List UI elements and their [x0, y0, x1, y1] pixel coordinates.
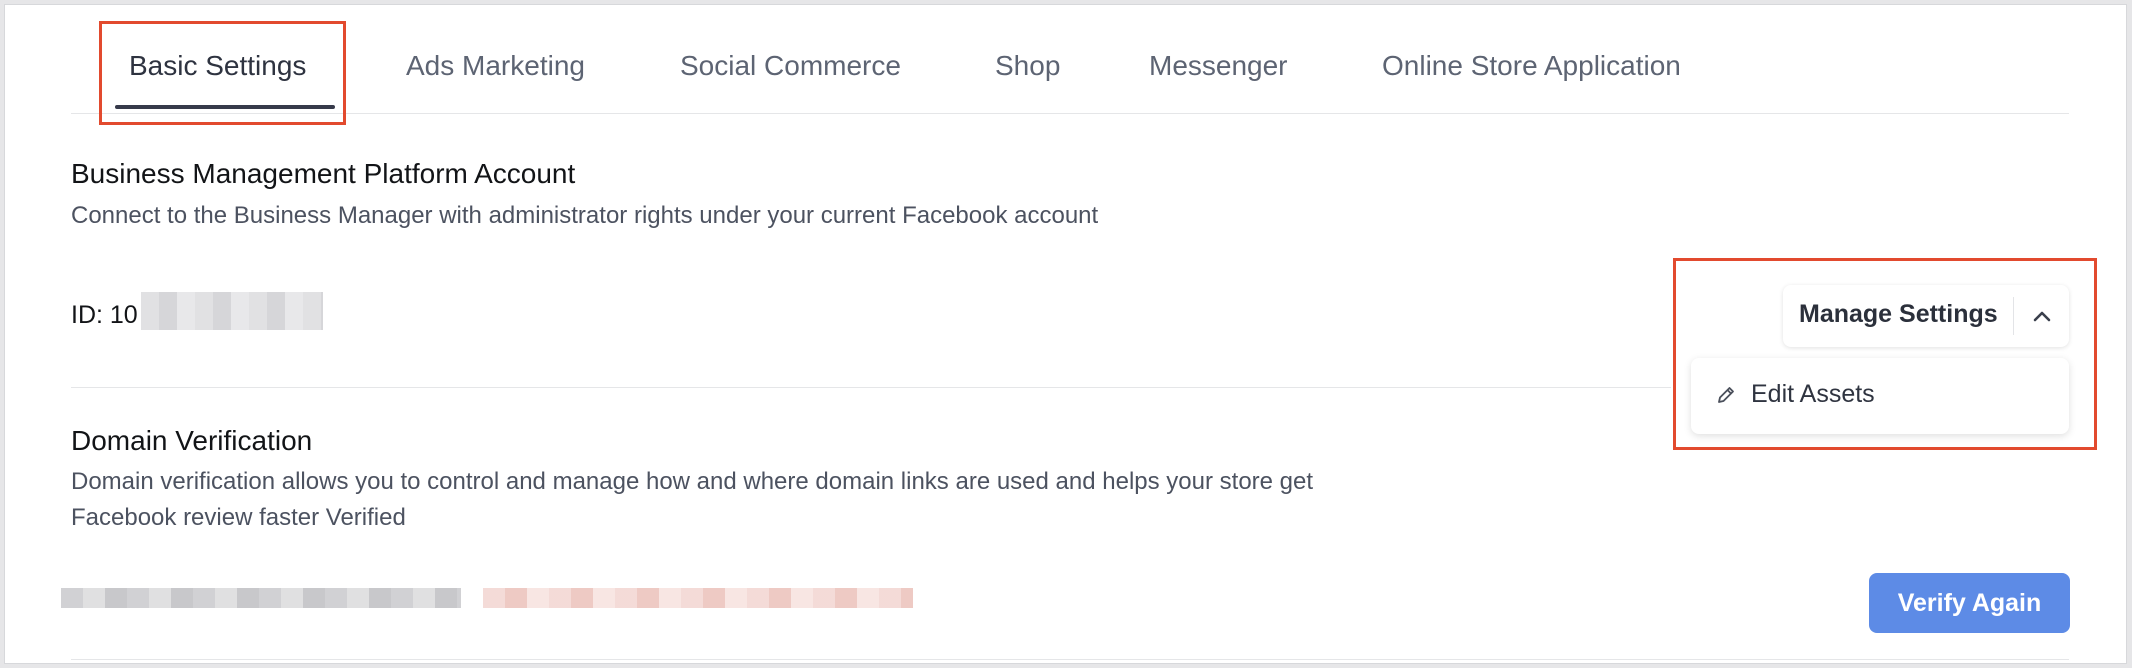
- tab-social-commerce[interactable]: Social Commerce: [680, 49, 901, 83]
- domain-description-line-1: Domain verification allows you to contro…: [71, 468, 1314, 495]
- redacted-id: [141, 292, 323, 330]
- redacted-verification-status: [483, 588, 913, 608]
- business-id: ID: 10: [71, 301, 138, 330]
- tab-online-store-application[interactable]: Online Store Application: [1382, 49, 1681, 83]
- section-divider: [71, 387, 1671, 388]
- tab-bar: Basic Settings Ads Marketing Social Comm…: [71, 5, 2069, 114]
- business-id-label: ID: 10: [71, 301, 138, 329]
- domain-section-title: Domain Verification: [71, 425, 313, 456]
- domain-section-description: Domain verification allows you to contro…: [71, 464, 1313, 536]
- business-section-title: Business Management Platform Account: [71, 158, 576, 189]
- tab-messenger[interactable]: Messenger: [1149, 49, 1288, 83]
- manage-settings-highlight-box: [1673, 258, 2097, 450]
- tab-shop[interactable]: Shop: [995, 49, 1060, 83]
- bottom-divider: [71, 659, 2069, 660]
- domain-description-line-2: Facebook review faster Verified: [71, 504, 406, 531]
- tab-highlight-box: [99, 21, 346, 125]
- verify-again-button[interactable]: Verify Again: [1869, 573, 2070, 633]
- business-section-description: Connect to the Business Manager with adm…: [71, 202, 1099, 229]
- redacted-domain: [61, 588, 461, 608]
- settings-panel: Basic Settings Ads Marketing Social Comm…: [4, 4, 2127, 664]
- tab-ads-marketing[interactable]: Ads Marketing: [406, 49, 585, 83]
